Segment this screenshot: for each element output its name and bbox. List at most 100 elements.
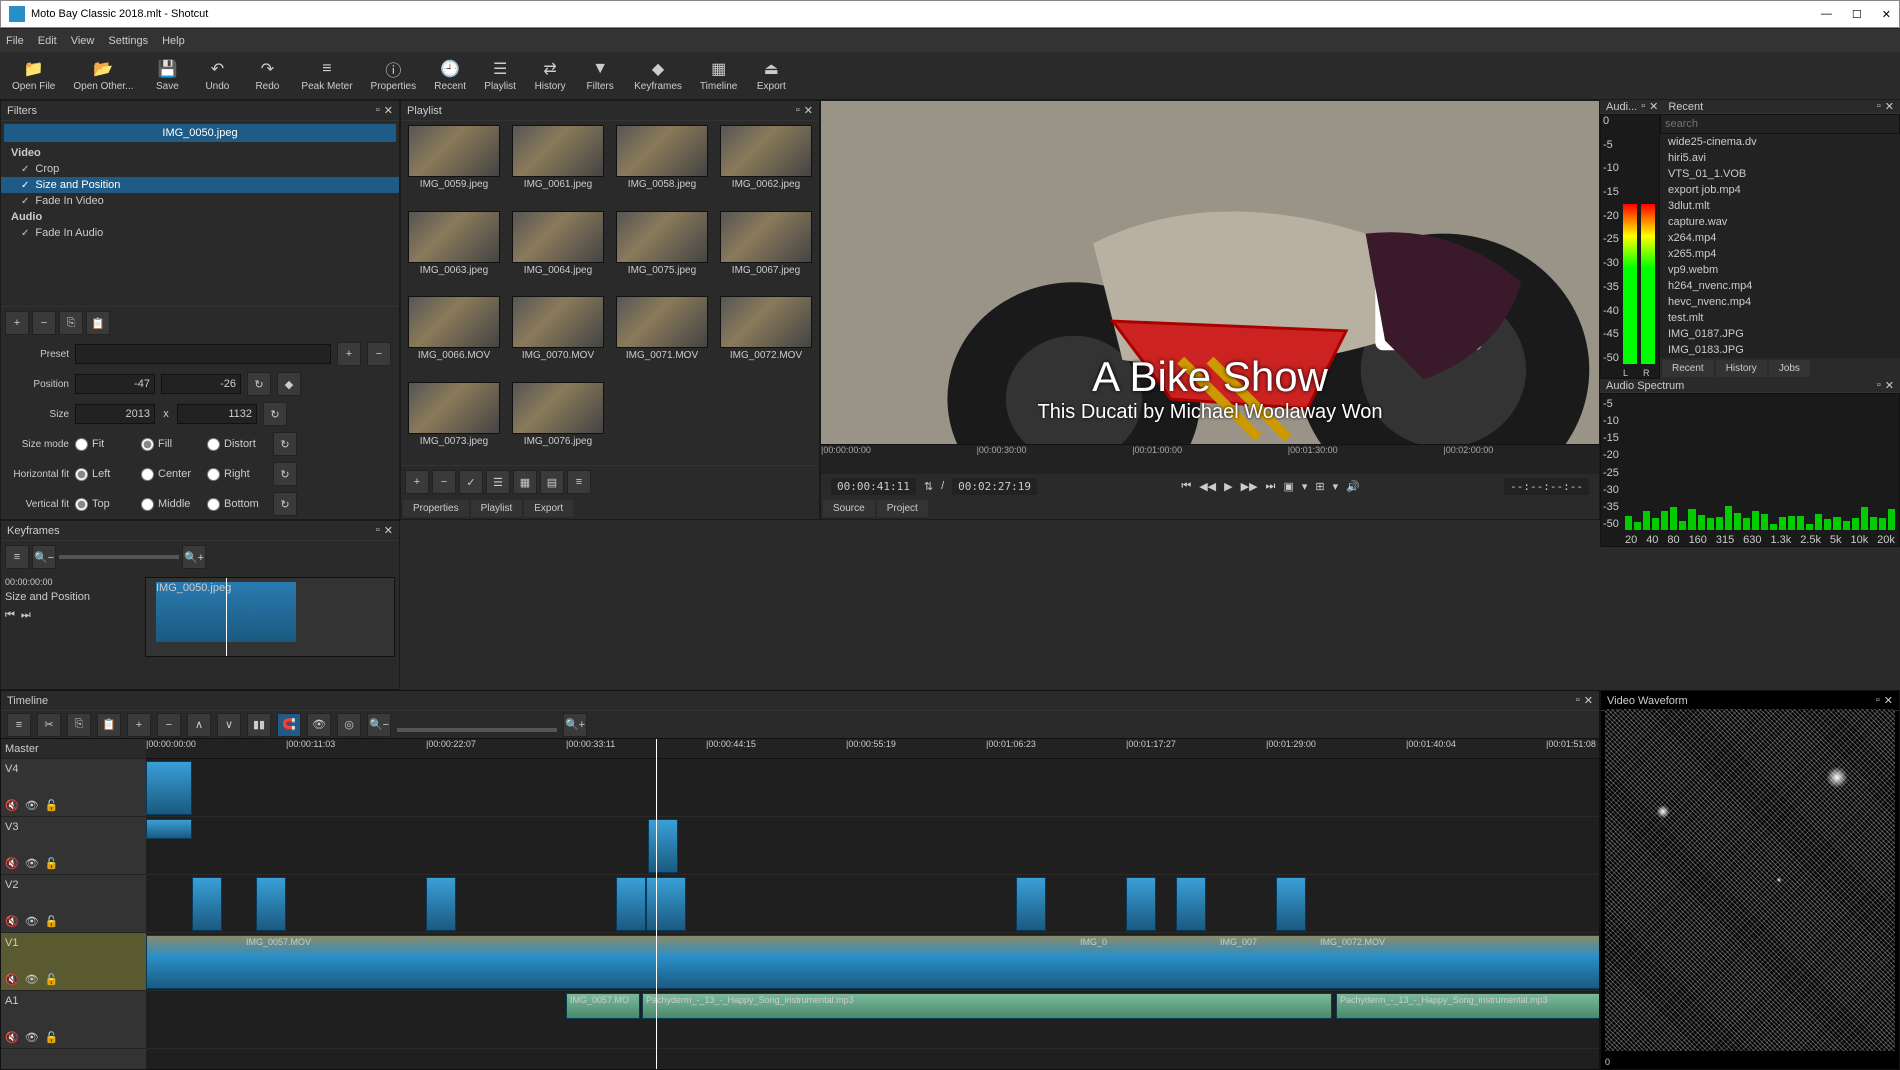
mute-button[interactable]: 🔇 xyxy=(5,915,19,928)
undock-icon[interactable]: ▫ xyxy=(376,524,380,537)
undock-icon[interactable]: ▫ xyxy=(1876,694,1880,707)
recent-item[interactable]: hiri5.avi xyxy=(1660,150,1900,166)
position-x-input[interactable] xyxy=(75,374,155,394)
preview-ruler[interactable]: |00:00:00:00|00:00:30:00|00:01:00:00|00:… xyxy=(821,444,1599,474)
size-mode-radio-fill[interactable]: Fill xyxy=(141,438,201,451)
lock-button[interactable]: 🔓 xyxy=(45,973,59,986)
playlist-tab-properties[interactable]: Properties xyxy=(403,500,469,517)
size-mode-radio-fit[interactable]: Fit xyxy=(75,438,135,451)
playlist-button[interactable]: ☰Playlist xyxy=(478,54,522,98)
maximize-icon[interactable]: ☐ xyxy=(1852,8,1862,21)
recent-item[interactable]: test.mlt xyxy=(1660,310,1900,326)
timeline-tracks[interactable]: |00:00:00:00|00:00:11:03|00:00:22:07|00:… xyxy=(146,739,1599,1069)
playlist-tab-playlist[interactable]: Playlist xyxy=(471,500,523,517)
recent-item[interactable]: wide25-cinema.dv xyxy=(1660,134,1900,150)
halign-radio-right[interactable]: Right xyxy=(207,468,267,481)
playlist-update-button[interactable]: ✓ xyxy=(459,470,483,494)
playlist-thumb[interactable]: IMG_0063.jpeg xyxy=(405,211,503,291)
save-button[interactable]: 💾Save xyxy=(145,54,189,98)
playlist-thumb[interactable]: IMG_0075.jpeg xyxy=(613,211,711,291)
timeline-playhead[interactable] xyxy=(656,739,657,1069)
valign-radio-bottom[interactable]: Bottom xyxy=(207,498,267,511)
zoom-out-button[interactable]: 🔍− xyxy=(32,545,56,569)
timeline-clip[interactable] xyxy=(648,819,678,873)
track-header-v3[interactable]: V3 🔇 👁 🔓 xyxy=(1,817,146,875)
track-v4[interactable] xyxy=(146,759,1599,817)
skip-previous-button[interactable]: ⏮ xyxy=(1181,480,1191,493)
timeline-clip[interactable] xyxy=(616,877,646,931)
recent-item[interactable]: hevc_nvenc.mp4 xyxy=(1660,294,1900,310)
keyframe-position-button[interactable]: ◆ xyxy=(277,372,301,396)
keyframe-playhead[interactable] xyxy=(226,578,227,656)
recent-item[interactable]: h264_nvenc.mp4 xyxy=(1660,278,1900,294)
mute-button[interactable]: 🔇 xyxy=(5,1031,19,1044)
track-header-v2[interactable]: V2 🔇 👁 🔓 xyxy=(1,875,146,933)
add-filter-button[interactable]: + xyxy=(5,311,29,335)
preview-tab-project[interactable]: Project xyxy=(877,500,928,517)
recent-tab-title[interactable]: Recent xyxy=(1668,101,1703,113)
open-other--button[interactable]: 📂Open Other... xyxy=(67,54,139,98)
close-icon[interactable]: ✕ xyxy=(1882,8,1891,21)
reset-button[interactable]: ↻ xyxy=(273,492,297,516)
close-panel-icon[interactable]: ✕ xyxy=(384,524,393,537)
playlist-thumb[interactable]: IMG_0072.MOV xyxy=(717,296,815,376)
delete-button[interactable]: − xyxy=(157,713,181,737)
hide-button[interactable]: 👁 xyxy=(25,1031,39,1044)
timeline-clip[interactable] xyxy=(192,877,222,931)
keyframe-track[interactable]: IMG_0050.jpeg xyxy=(145,577,395,657)
track-v1[interactable]: IMG_0057.MOV IMG_0 IMG_007 IMG_0072.MOV xyxy=(146,933,1599,991)
halign-radio-left[interactable]: Left xyxy=(75,468,135,481)
size-w-input[interactable] xyxy=(75,404,155,424)
filter-item-size-and-position[interactable]: Size and Position xyxy=(1,177,399,193)
keyframes-button[interactable]: ◆Keyframes xyxy=(628,54,688,98)
hide-button[interactable]: 👁 xyxy=(25,915,39,928)
track-header-v1[interactable]: V1 🔇 👁 🔓 xyxy=(1,933,146,991)
close-panel-icon[interactable]: ✕ xyxy=(384,104,393,117)
timeline-clip[interactable] xyxy=(426,877,456,931)
snap-button[interactable]: 🧲 xyxy=(277,713,301,737)
filter-item-fade-in-video[interactable]: Fade In Video xyxy=(1,193,399,209)
filter-item-fade-in-audio[interactable]: Fade In Audio xyxy=(1,225,399,241)
recent-item[interactable]: x265.mp4 xyxy=(1660,246,1900,262)
playlist-thumb[interactable]: IMG_0070.MOV xyxy=(509,296,607,376)
rewind-button[interactable]: ◀◀ xyxy=(1199,480,1216,493)
recent-item[interactable]: export job.mp4 xyxy=(1660,182,1900,198)
timeline-clip[interactable]: IMG_0057.MOV IMG_0 IMG_007 IMG_0072.MOV xyxy=(146,935,1599,989)
lift-button[interactable]: ∧ xyxy=(187,713,211,737)
timeline-clip[interactable] xyxy=(1176,877,1206,931)
timeline-clip[interactable]: Pachyderm_-_13_-_Happy_Song_instrumental… xyxy=(1336,993,1599,1019)
playlist-menu-button[interactable]: ≡ xyxy=(567,470,591,494)
timeline-clip[interactable] xyxy=(646,877,686,931)
zoom-in-button[interactable]: 🔍+ xyxy=(563,713,587,737)
grid-button[interactable]: ⊞ xyxy=(1315,480,1324,493)
track-a1[interactable]: IMG_0057.MO Pachyderm_-_13_-_Happy_Song_… xyxy=(146,991,1599,1049)
playlist-thumb[interactable]: IMG_0062.jpeg xyxy=(717,125,815,205)
playlist-thumb[interactable]: IMG_0058.jpeg xyxy=(613,125,711,205)
recent-item[interactable]: x264.mp4 xyxy=(1660,230,1900,246)
playlist-remove-button[interactable]: − xyxy=(432,470,456,494)
halign-radio-center[interactable]: Center xyxy=(141,468,201,481)
mute-button[interactable]: 🔇 xyxy=(5,799,19,812)
peak-meter-button[interactable]: ≡Peak Meter xyxy=(295,54,358,98)
preview-tab-source[interactable]: Source xyxy=(823,500,875,517)
menu-view[interactable]: View xyxy=(71,35,95,47)
overwrite-button[interactable]: ∨ xyxy=(217,713,241,737)
playlist-view-icons-button[interactable]: ▤ xyxy=(540,470,564,494)
export-button[interactable]: ⏏Export xyxy=(749,54,793,98)
playlist-thumb[interactable]: IMG_0059.jpeg xyxy=(405,125,503,205)
recent-tab-recent[interactable]: Recent xyxy=(1662,360,1714,377)
recent-item[interactable]: IMG_0187.JPG xyxy=(1660,326,1900,342)
reset-button[interactable]: ↻ xyxy=(273,432,297,456)
undo-button[interactable]: ↶Undo xyxy=(195,54,239,98)
timeline-button[interactable]: ▦Timeline xyxy=(694,54,743,98)
open-file-button[interactable]: 📁Open File xyxy=(6,54,61,98)
hide-button[interactable]: 👁 xyxy=(25,799,39,812)
recent-tab-jobs[interactable]: Jobs xyxy=(1769,360,1810,377)
playlist-add-button[interactable]: + xyxy=(405,470,429,494)
reset-size-button[interactable]: ↻ xyxy=(263,402,287,426)
recent-item[interactable]: vp9.webm xyxy=(1660,262,1900,278)
volume-button[interactable]: 🔊 xyxy=(1346,480,1360,493)
cut-button[interactable]: ✂ xyxy=(37,713,61,737)
menu-edit[interactable]: Edit xyxy=(38,35,57,47)
timeline-clip[interactable] xyxy=(1276,877,1306,931)
